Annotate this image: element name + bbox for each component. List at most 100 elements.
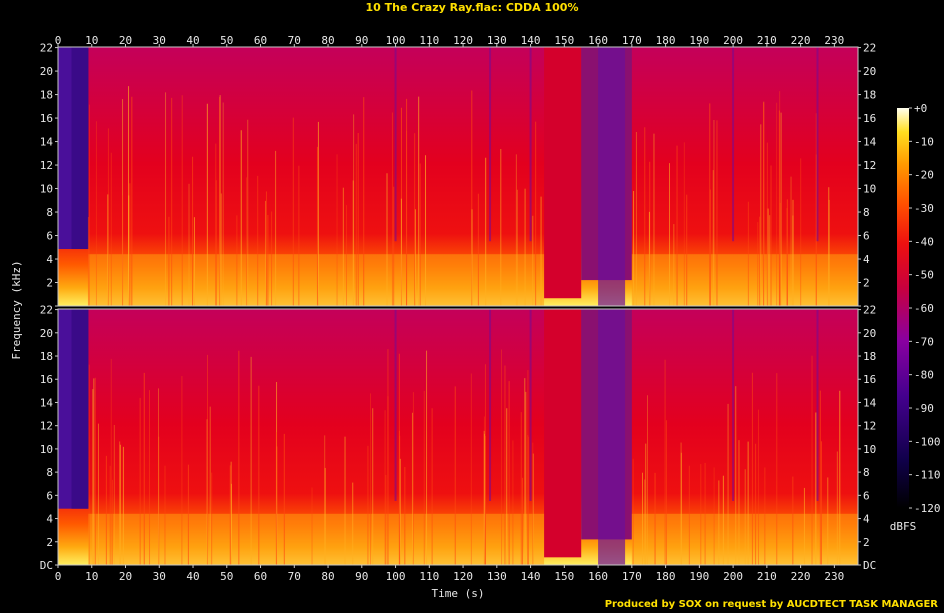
colorbar-tick-label: -90 [914, 402, 934, 415]
x-tick-label-top: 50 [220, 34, 233, 47]
channel-panel-2 [57, 308, 859, 566]
y-tick-label-right: 22 [863, 304, 876, 317]
spectrogram-panels [57, 46, 859, 566]
x-tick-label-bottom: 120 [453, 570, 473, 583]
segment-intro-dark [71, 47, 89, 250]
y-tick-label-left: 8 [46, 206, 53, 219]
x-tick-label-bottom: 180 [656, 570, 676, 583]
colorbar-tick-label: -60 [914, 302, 934, 315]
x-tick-label-bottom: 230 [824, 570, 844, 583]
x-tick-label-bottom: 30 [153, 570, 166, 583]
segment-band-limited [544, 309, 582, 558]
colorbar-tick-label: -20 [914, 169, 934, 182]
x-tick-label-bottom: 160 [588, 570, 608, 583]
colorbar-tick-label: -10 [914, 135, 934, 148]
colorbar: +0 -10 -20 -30 -40 -50 -60 -70 -80 -90 -100 -110 -12… [890, 102, 941, 533]
y-tick-label-left: 4 [46, 513, 53, 526]
y-tick-label-left: 16 [40, 373, 53, 386]
y-tick-label-left: 6 [46, 489, 53, 502]
x-tick-label-top: 0 [55, 34, 62, 47]
x-tick-label-bottom: 90 [355, 570, 368, 583]
y-tick-label-right: DC [863, 559, 876, 572]
x-tick-label-top: 20 [119, 34, 132, 47]
x-axis-label: Time (s) [432, 587, 485, 600]
x-tick-label-bottom: 190 [689, 570, 709, 583]
x-tick-label-bottom: 20 [119, 570, 132, 583]
x-tick-label-top: 180 [656, 34, 676, 47]
segment-intro-dark [71, 309, 89, 509]
y-tick-label-left: 22 [40, 42, 53, 55]
colorbar-tick-label: -110 [914, 469, 941, 482]
x-tick-label-bottom: 40 [186, 570, 199, 583]
x-tick-label-bottom: 50 [220, 570, 233, 583]
x-tick-label-top: 160 [588, 34, 608, 47]
x-tick-label-top: 120 [453, 34, 473, 47]
y-tick-label-left: 14 [40, 396, 54, 409]
y-tick-label-left: 2 [46, 536, 53, 549]
x-tick-label-top: 130 [487, 34, 507, 47]
low-band [88, 513, 545, 565]
y-tick-label-right: 18 [863, 350, 876, 363]
colorbar-tick-label: -70 [914, 335, 934, 348]
y-tick-label-right: 14 [863, 396, 877, 409]
segment-quiet-dark [598, 309, 626, 565]
segment-quiet-dark [598, 47, 626, 306]
x-tick-label-top: 80 [321, 34, 334, 47]
low-band [88, 254, 545, 306]
colorbar-tick-label: -30 [914, 202, 934, 215]
y-tick-label-right: 4 [863, 513, 870, 526]
colorbar-label: dBFS [890, 520, 917, 533]
x-tick-label-bottom: 210 [757, 570, 777, 583]
y-tick-label-right: 12 [863, 420, 876, 433]
x-tick-label-bottom: 220 [791, 570, 811, 583]
x-tick-label-bottom: 130 [487, 570, 507, 583]
spectrogram-chart: 0 0 10 10 20 20 30 30 40 40 50 50 60 60 70 70 80 80 90 90 10… [10, 34, 941, 600]
x-tick-label-top: 220 [791, 34, 811, 47]
y-tick-label-left: 12 [40, 159, 53, 172]
x-tick-label-top: 90 [355, 34, 368, 47]
x-tick-label-top: 150 [554, 34, 574, 47]
y-tick-label-right: 6 [863, 489, 870, 502]
y-tick-label-right: 2 [863, 536, 870, 549]
x-tick-label-top: 10 [85, 34, 98, 47]
y-tick-label-left: 18 [40, 350, 53, 363]
x-tick-label-top: 110 [419, 34, 439, 47]
colorbar-tick-label: -80 [914, 369, 934, 382]
x-tick-label-bottom: 70 [288, 570, 301, 583]
x-tick-label-top: 230 [824, 34, 844, 47]
x-tick-label-top: 170 [622, 34, 642, 47]
y-tick-label-left: 20 [40, 65, 53, 78]
y-tick-label-left: 6 [46, 230, 53, 243]
y-tick-label-right: 20 [863, 65, 876, 78]
colorbar-tick-label: -50 [914, 269, 934, 282]
y-tick-label-left: 22 [40, 304, 53, 317]
colorbar-tick-label: -40 [914, 235, 934, 248]
y-tick-label-left: DC [40, 559, 53, 572]
y-tick-label-right: 12 [863, 159, 876, 172]
x-tick-label-bottom: 200 [723, 570, 743, 583]
y-tick-label-left: 18 [40, 89, 53, 102]
x-tick-label-bottom: 100 [386, 570, 406, 583]
x-tick-label-top: 190 [689, 34, 709, 47]
x-tick-label-bottom: 170 [622, 570, 642, 583]
colorbar-tick-label: +0 [914, 102, 927, 115]
x-tick-label-top: 40 [186, 34, 199, 47]
y-tick-label-right: 2 [863, 277, 870, 290]
x-tick-label-top: 200 [723, 34, 743, 47]
footer-credit: Produced by SOX on request by AUCDTECT T… [604, 599, 938, 610]
y-tick-label-right: 14 [863, 136, 877, 149]
y-tick-label-right: 16 [863, 112, 876, 125]
colorbar-tick-label: -120 [914, 502, 941, 515]
y-tick-label-left: 20 [40, 327, 53, 340]
x-tick-label-top: 60 [254, 34, 267, 47]
y-axis-label: Frequency (kHz) [10, 260, 23, 359]
x-tick-label-bottom: 110 [419, 570, 439, 583]
y-tick-label-right: 22 [863, 42, 876, 55]
colorbar-ticks: +0 -10 -20 -30 -40 -50 -60 -70 -80 -90 -100 -110 -12… [909, 102, 941, 515]
y-tick-label-right: 4 [863, 253, 870, 266]
x-tick-label-top: 70 [288, 34, 301, 47]
y-tick-label-right: 8 [863, 206, 870, 219]
y-tick-label-left: 12 [40, 420, 53, 433]
low-band [631, 254, 858, 306]
y-tick-label-left: 10 [40, 183, 53, 196]
